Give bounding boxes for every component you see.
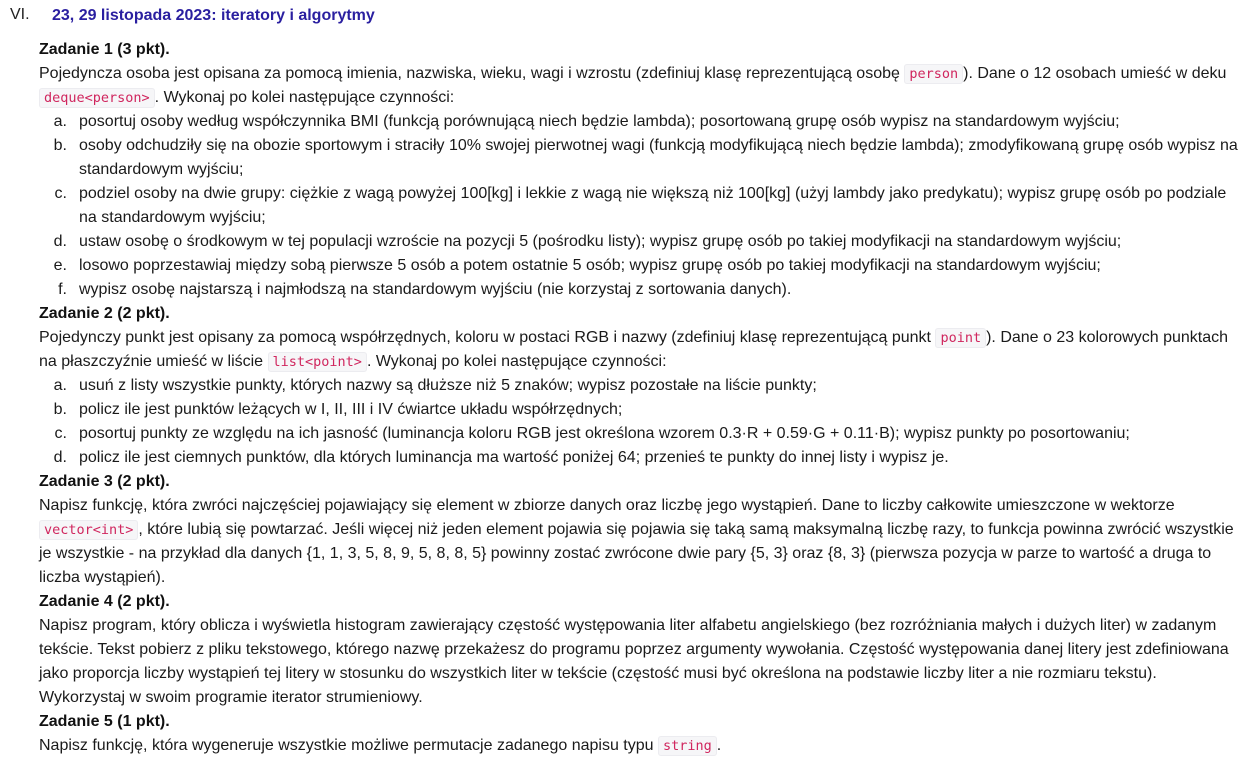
code-string: string [657, 736, 717, 756]
task-1-description: Pojedyncza osoba jest opisana za pomocą … [39, 64, 1227, 108]
code-point: point [935, 328, 987, 348]
list-item: f. wypisz osobę najstarszą i najmłodszą n… [58, 281, 792, 298]
task-3-description: Napisz funkcję, która zwróci najczęściej… [39, 497, 1234, 586]
code-deque-person: deque<person> [39, 88, 155, 108]
list-item: e. losowo poprzestawiaj między sobą pierw… [53, 257, 1101, 274]
section-number: VI. [10, 6, 30, 23]
code-list-point: list<point> [267, 352, 367, 372]
list-item: a. usuń z listy wszystkie punkty, których… [53, 377, 817, 394]
task-5-title: Zadanie 5 (1 pkt). [39, 713, 170, 730]
list-item: d. policz ile jest ciemnych punktów, dla … [53, 449, 949, 466]
code-person: person [904, 64, 964, 84]
list-item: a. posortuj osoby według współczynnika BM… [53, 113, 1120, 130]
task-1-title: Zadanie 1 (3 pkt). [39, 41, 170, 58]
list-item: b. policz ile jest punktów leżących w I, … [53, 401, 623, 418]
list-item: b. osoby odchudziły się na obozie sportow… [53, 137, 1238, 178]
task-4-description: Napisz program, który oblicza i wyświetl… [39, 617, 1229, 706]
list-item: c. posortuj punkty ze względu na ich jasn… [54, 425, 1130, 442]
task-3-title: Zadanie 3 (2 pkt). [39, 473, 170, 490]
task-2-title: Zadanie 2 (2 pkt). [39, 305, 170, 322]
code-vector-int: vector<int> [39, 520, 139, 540]
task-1-steps: a. posortuj osoby według współczynnika BM… [39, 110, 1245, 302]
task-2-steps: a. usuń z listy wszystkie punkty, których… [39, 374, 1245, 470]
task-2-description: Pojedynczy punkt jest opisany za pomocą … [39, 328, 1229, 372]
task-5-description: Napisz funkcję, która wygeneruje wszystk… [39, 736, 722, 756]
list-item: d. ustaw osobę o środkowym w tej populacj… [53, 233, 1122, 250]
section-content: Zadanie 1 (3 pkt). Pojedyncza osoba jest… [39, 38, 1245, 758]
section-title: 23, 29 listopada 2023: iteratory i algor… [52, 7, 375, 24]
list-item: c. podziel osoby na dwie grupy: ciężkie z… [54, 185, 1227, 226]
task-4-title: Zadanie 4 (2 pkt). [39, 593, 170, 610]
